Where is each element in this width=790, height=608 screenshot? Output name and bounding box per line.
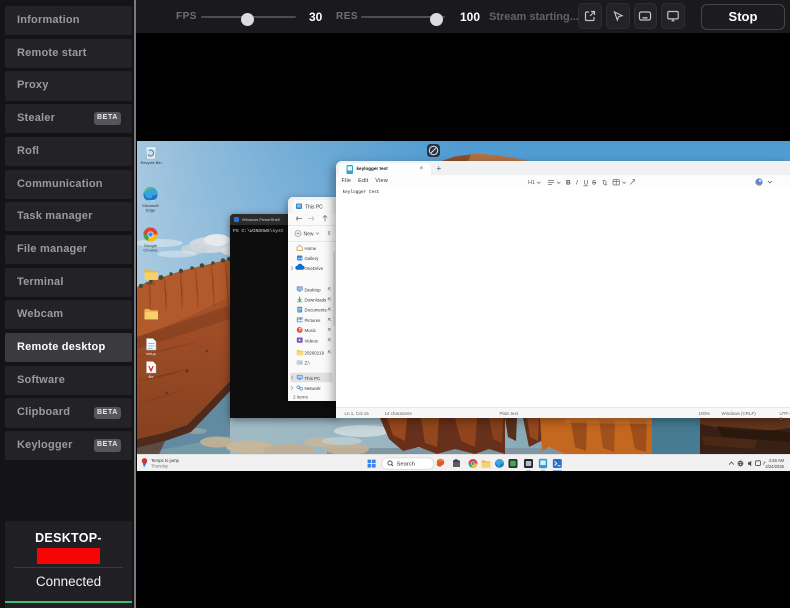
svg-text:Temps to jump: Temps to jump bbox=[151, 458, 180, 463]
svg-text:I: I bbox=[576, 180, 578, 187]
svg-text:20260219: 20260219 bbox=[304, 350, 324, 355]
svg-text:Edge: Edge bbox=[146, 208, 156, 213]
svg-text:4:28 AM: 4:28 AM bbox=[769, 458, 785, 463]
svg-text:Videos: Videos bbox=[304, 338, 318, 343]
svg-text:Chrome: Chrome bbox=[143, 248, 158, 253]
svg-text:Home: Home bbox=[304, 245, 316, 250]
svg-text:Gallery: Gallery bbox=[304, 256, 319, 261]
svg-text:kuka: kuka bbox=[146, 281, 155, 286]
svg-text:B: B bbox=[566, 180, 571, 187]
svg-text:Documents: Documents bbox=[304, 307, 327, 312]
svg-text:S: S bbox=[592, 180, 597, 187]
svg-text:Desktop: Desktop bbox=[304, 287, 321, 292]
svg-text:U: U bbox=[583, 180, 588, 187]
svg-text:New: New bbox=[303, 231, 313, 237]
svg-text:Search: Search bbox=[397, 461, 415, 467]
svg-text:file: file bbox=[148, 374, 154, 379]
svg-text:Recycle Bin: Recycle Bin bbox=[140, 160, 161, 165]
svg-text:2/24/2025: 2/24/2025 bbox=[765, 463, 784, 468]
svg-text:This PC: This PC bbox=[304, 375, 320, 380]
svg-text:Network: Network bbox=[304, 386, 321, 391]
svg-text:Downloads: Downloads bbox=[304, 297, 327, 302]
svg-text:setup: setup bbox=[146, 351, 157, 356]
svg-text:H1: H1 bbox=[528, 180, 535, 186]
svg-text:Pictures: Pictures bbox=[304, 317, 321, 322]
svg-text:2 items: 2 items bbox=[293, 394, 309, 399]
svg-text:This PC: This PC bbox=[305, 204, 323, 210]
svg-text:Music: Music bbox=[304, 328, 316, 333]
svg-text:Z:\: Z:\ bbox=[304, 360, 310, 365]
svg-text:Thursday: Thursday bbox=[151, 463, 169, 468]
svg-text:OneDrive: OneDrive bbox=[304, 266, 323, 271]
